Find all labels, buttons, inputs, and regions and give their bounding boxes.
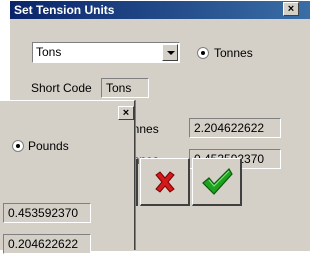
short-code-input[interactable]: Tons xyxy=(101,78,149,98)
tonnes-radio-label: Tonnes xyxy=(214,46,253,60)
small-value-1-text: 0.453592370 xyxy=(8,206,79,220)
dialog-titlebar: Set Tension Units xyxy=(10,1,310,19)
chevron-down-icon[interactable] xyxy=(162,44,178,61)
green-check-icon xyxy=(201,167,233,195)
short-code-value: Tons xyxy=(106,81,132,95)
tonnes-radio[interactable] xyxy=(197,47,209,59)
short-code-label: Short Code xyxy=(31,81,92,95)
secondary-close-button[interactable]: × xyxy=(118,106,134,120)
pounds-radio[interactable] xyxy=(12,140,24,152)
small-value-2: 0.204622622 xyxy=(3,234,91,254)
dialog-title: Set Tension Units xyxy=(14,3,115,17)
secondary-dialog: × Pounds 0.453592370 0.204622622 xyxy=(0,100,135,254)
red-x-icon xyxy=(154,170,175,193)
close-icon: × xyxy=(122,107,130,119)
unit-select-value: Tons xyxy=(36,45,62,59)
small-value-1: 0.453592370 xyxy=(3,203,91,223)
small-value-2-text: 0.204622622 xyxy=(8,237,79,251)
cancel-button[interactable] xyxy=(140,158,190,206)
close-icon: × xyxy=(287,3,295,15)
conversion-value-1-text: 2.204622622 xyxy=(194,121,265,135)
pounds-radio-label: Pounds xyxy=(28,139,69,153)
conversion-value-1: 2.204622622 xyxy=(189,118,281,138)
ok-button[interactable] xyxy=(192,158,242,206)
close-button[interactable]: × xyxy=(283,2,299,16)
unit-select[interactable]: Tons xyxy=(32,42,180,63)
